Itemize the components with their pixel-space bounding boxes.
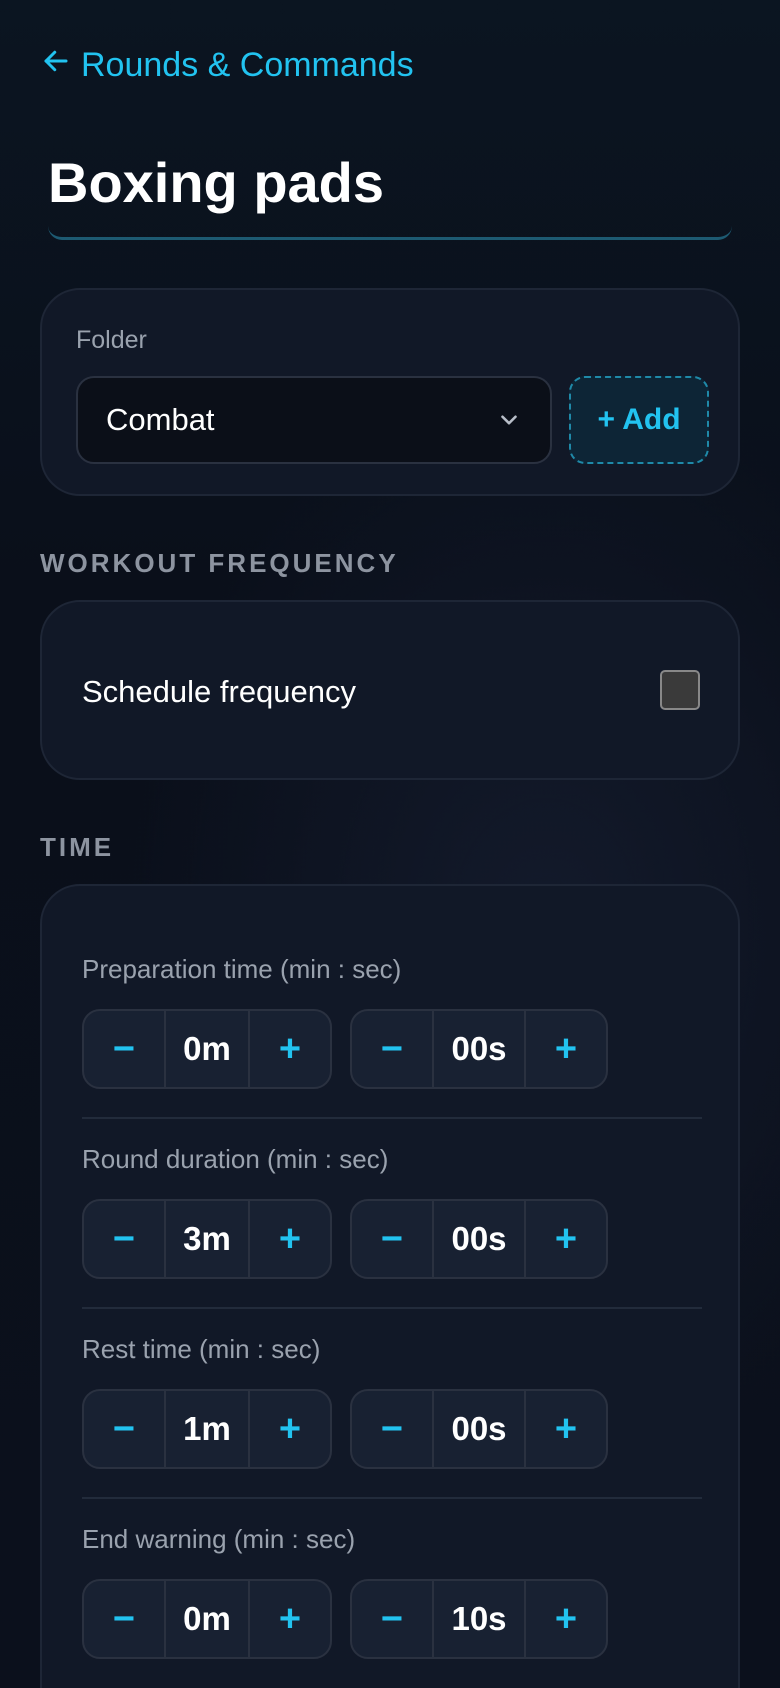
seconds-stepper: − 00s + <box>350 1389 608 1469</box>
minutes-value: 1m <box>164 1391 250 1467</box>
add-folder-button[interactable]: + Add <box>569 376 709 464</box>
seconds-stepper: − 00s + <box>350 1009 608 1089</box>
seconds-decrement-button[interactable]: − <box>352 1011 432 1087</box>
chevron-down-icon <box>496 407 522 433</box>
minutes-increment-button[interactable]: + <box>250 1391 330 1467</box>
time-row-1: Round duration (min : sec) − 3m + − 00s … <box>82 1144 702 1279</box>
workout-frequency-heading: WORKOUT FREQUENCY <box>40 548 399 578</box>
minutes-increment-button[interactable]: + <box>250 1011 330 1087</box>
seconds-stepper: − 00s + <box>350 1199 608 1279</box>
time-row-0: Preparation time (min : sec) − 0m + − 00… <box>82 954 702 1089</box>
minutes-value: 0m <box>164 1581 250 1657</box>
workout-title-input[interactable] <box>48 150 732 215</box>
seconds-value: 10s <box>432 1581 526 1657</box>
seconds-value: 00s <box>432 1391 526 1467</box>
row-divider <box>82 1307 702 1309</box>
minutes-stepper: − 0m + <box>82 1009 332 1089</box>
folder-label: Folder <box>76 326 147 354</box>
minutes-decrement-button[interactable]: − <box>84 1581 164 1657</box>
seconds-increment-button[interactable]: + <box>526 1201 606 1277</box>
minutes-value: 3m <box>164 1201 250 1277</box>
seconds-stepper: − 10s + <box>350 1579 608 1659</box>
time-row-label: Preparation time (min : sec) <box>82 954 402 984</box>
time-row-label: Round duration (min : sec) <box>82 1144 389 1174</box>
seconds-decrement-button[interactable]: − <box>352 1391 432 1467</box>
minutes-increment-button[interactable]: + <box>250 1581 330 1657</box>
minutes-decrement-button[interactable]: − <box>84 1201 164 1277</box>
time-row-label: Rest time (min : sec) <box>82 1334 321 1364</box>
folder-select[interactable]: Combat <box>76 376 552 464</box>
arrow-left-icon <box>41 46 71 85</box>
minutes-stepper: − 1m + <box>82 1389 332 1469</box>
title-field-wrapper <box>48 150 732 240</box>
row-divider <box>82 1497 702 1499</box>
frequency-card: Schedule frequency <box>40 600 740 780</box>
back-link[interactable]: Rounds & Commands <box>41 46 414 85</box>
time-card: Preparation time (min : sec) − 0m + − 00… <box>40 884 740 1688</box>
minutes-stepper: − 3m + <box>82 1199 332 1279</box>
time-row-label: End warning (min : sec) <box>82 1524 356 1554</box>
seconds-increment-button[interactable]: + <box>526 1391 606 1467</box>
minutes-increment-button[interactable]: + <box>250 1201 330 1277</box>
schedule-frequency-label: Schedule frequency <box>82 674 357 709</box>
seconds-decrement-button[interactable]: − <box>352 1201 432 1277</box>
minutes-stepper: − 0m + <box>82 1579 332 1659</box>
seconds-increment-button[interactable]: + <box>526 1011 606 1087</box>
seconds-value: 00s <box>432 1011 526 1087</box>
time-row-2: Rest time (min : sec) − 1m + − 00s + <box>82 1334 702 1469</box>
time-heading: TIME <box>40 832 115 862</box>
minutes-decrement-button[interactable]: − <box>84 1391 164 1467</box>
folder-card: Folder Combat + Add <box>40 288 740 496</box>
seconds-value: 00s <box>432 1201 526 1277</box>
seconds-decrement-button[interactable]: − <box>352 1581 432 1657</box>
seconds-increment-button[interactable]: + <box>526 1581 606 1657</box>
minutes-value: 0m <box>164 1011 250 1087</box>
schedule-frequency-checkbox[interactable] <box>660 670 700 710</box>
time-row-3: End warning (min : sec) − 0m + − 10s + <box>82 1524 702 1659</box>
row-divider <box>82 1117 702 1119</box>
folder-select-value: Combat <box>106 402 215 437</box>
minutes-decrement-button[interactable]: − <box>84 1011 164 1087</box>
back-link-label: Rounds & Commands <box>81 46 414 84</box>
